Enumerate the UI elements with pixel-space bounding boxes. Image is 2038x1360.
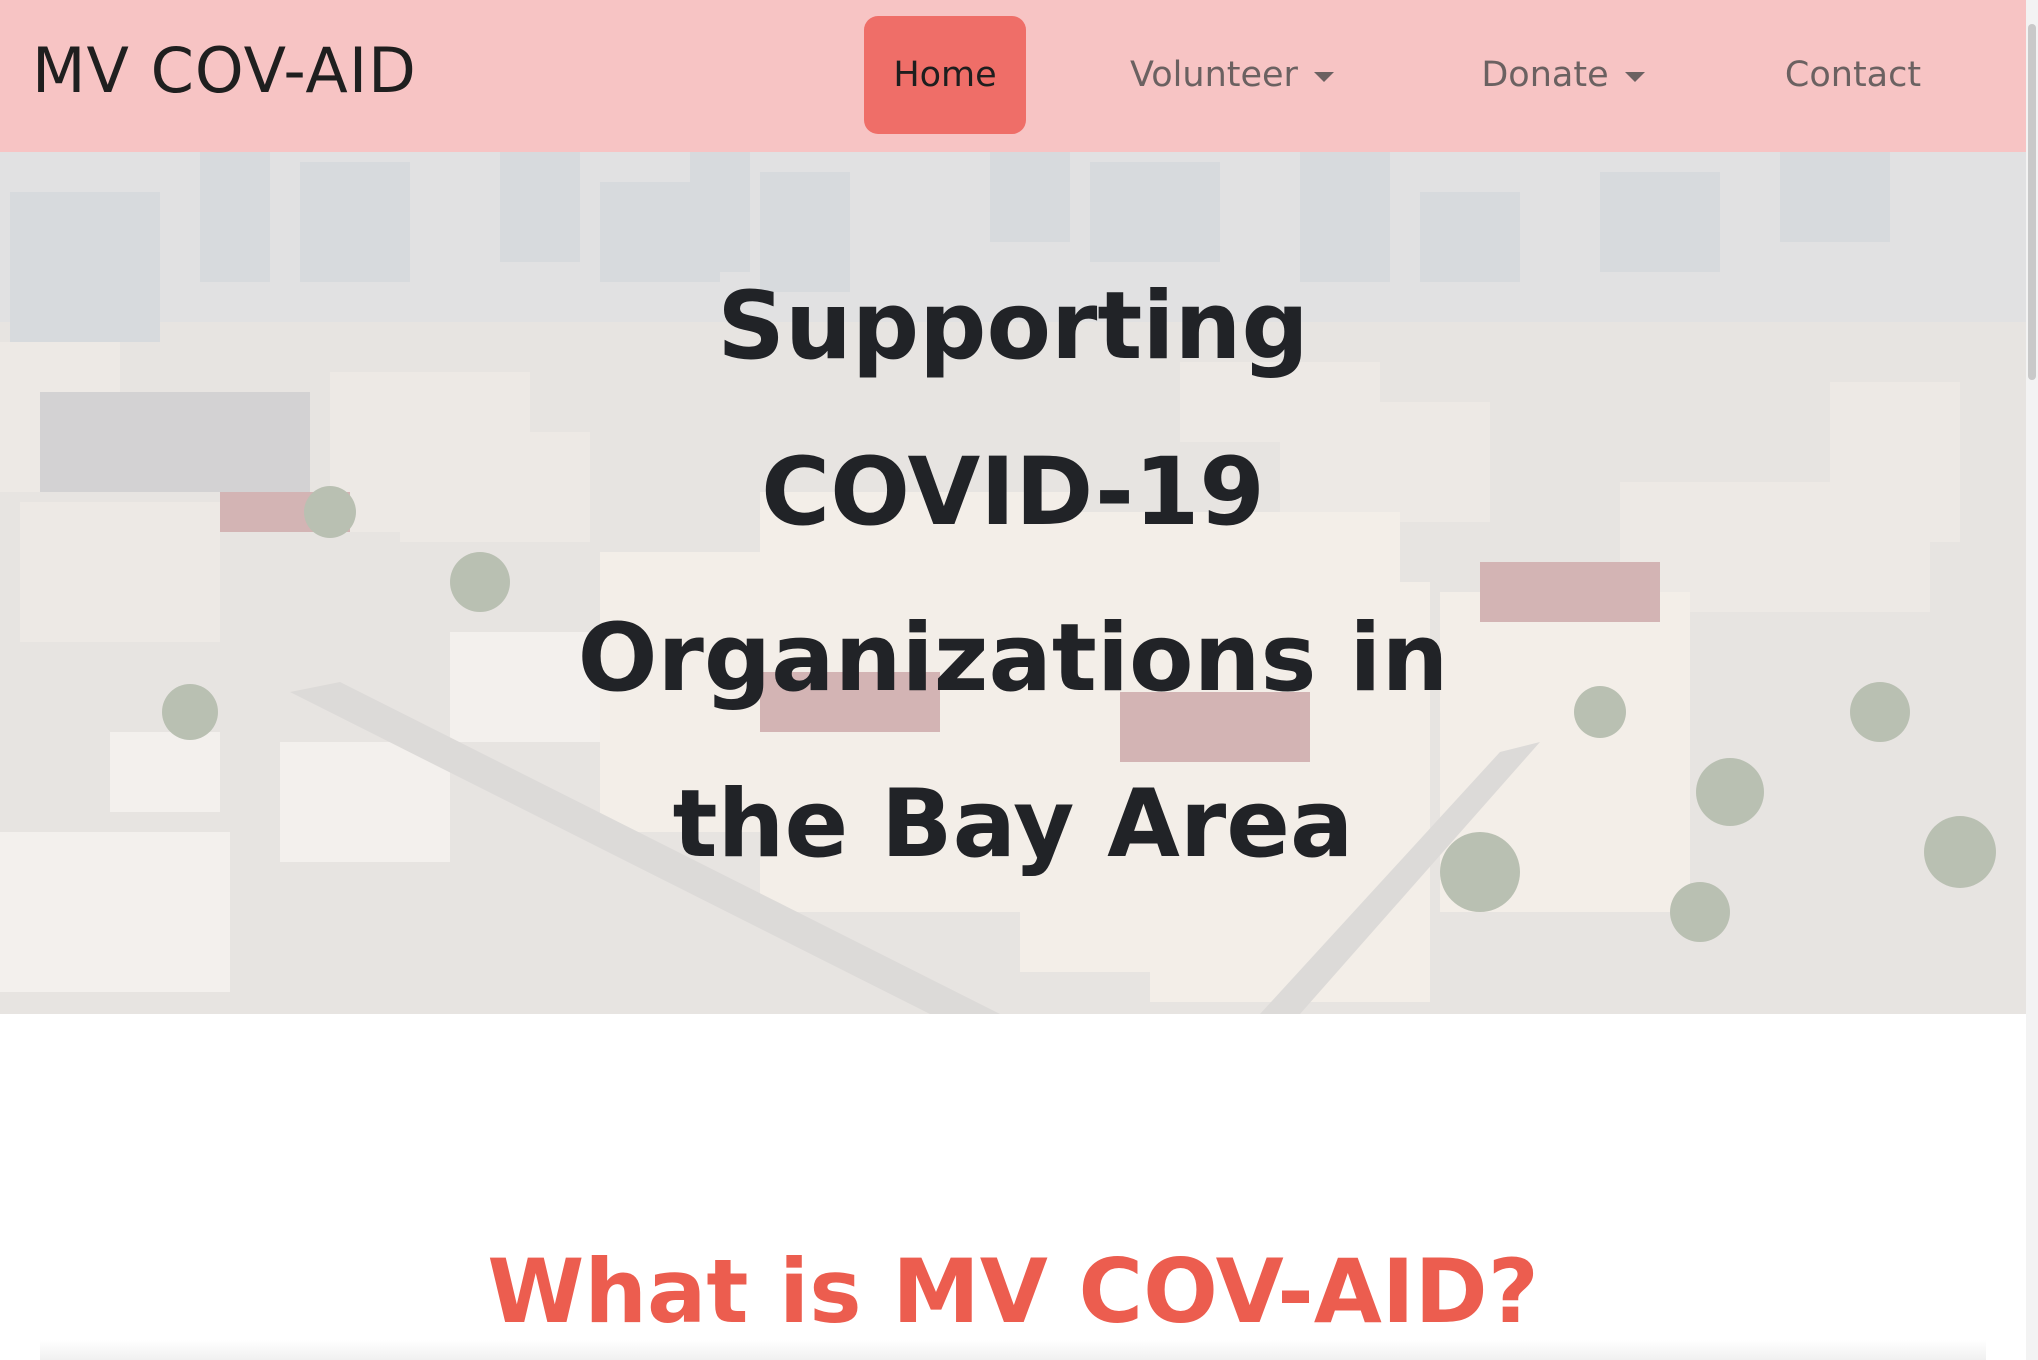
nav-contact-label: Contact [1784,55,1922,95]
hero-heading-line-1: Supporting [717,272,1309,381]
brand-logo-text[interactable]: MV COV-AID [32,34,417,107]
nav-home-label: Home [893,55,997,95]
top-navbar: MV COV-AID Home Volunteer Donate Contact [0,0,2026,152]
about-section-title: What is MV COV-AID? [487,1240,1539,1343]
hero-heading: Supporting COVID-19 Organizations in the… [0,244,2026,908]
nav-volunteer-dropdown[interactable]: Volunteer [1122,16,1342,134]
hero-heading-line-4: the Bay Area [672,770,1354,879]
chevron-down-icon [1624,72,1645,82]
hero-heading-line-2: COVID-19 [761,438,1265,547]
hero-banner: Supporting COVID-19 Organizations in the… [0,152,2026,1014]
nav-donate-label: Donate [1481,55,1609,95]
nav-home-link[interactable]: Home [864,16,1026,134]
nav-donate-dropdown[interactable]: Donate [1468,16,1658,134]
nav-contact-link[interactable]: Contact [1768,16,1938,134]
page-scrollbar-thumb[interactable] [2028,24,2036,380]
nav-volunteer-label: Volunteer [1130,55,1298,95]
chevron-down-icon [1313,72,1334,82]
card-shadow-edge [40,1340,1986,1360]
hero-heading-line-3: Organizations in [577,604,1449,713]
